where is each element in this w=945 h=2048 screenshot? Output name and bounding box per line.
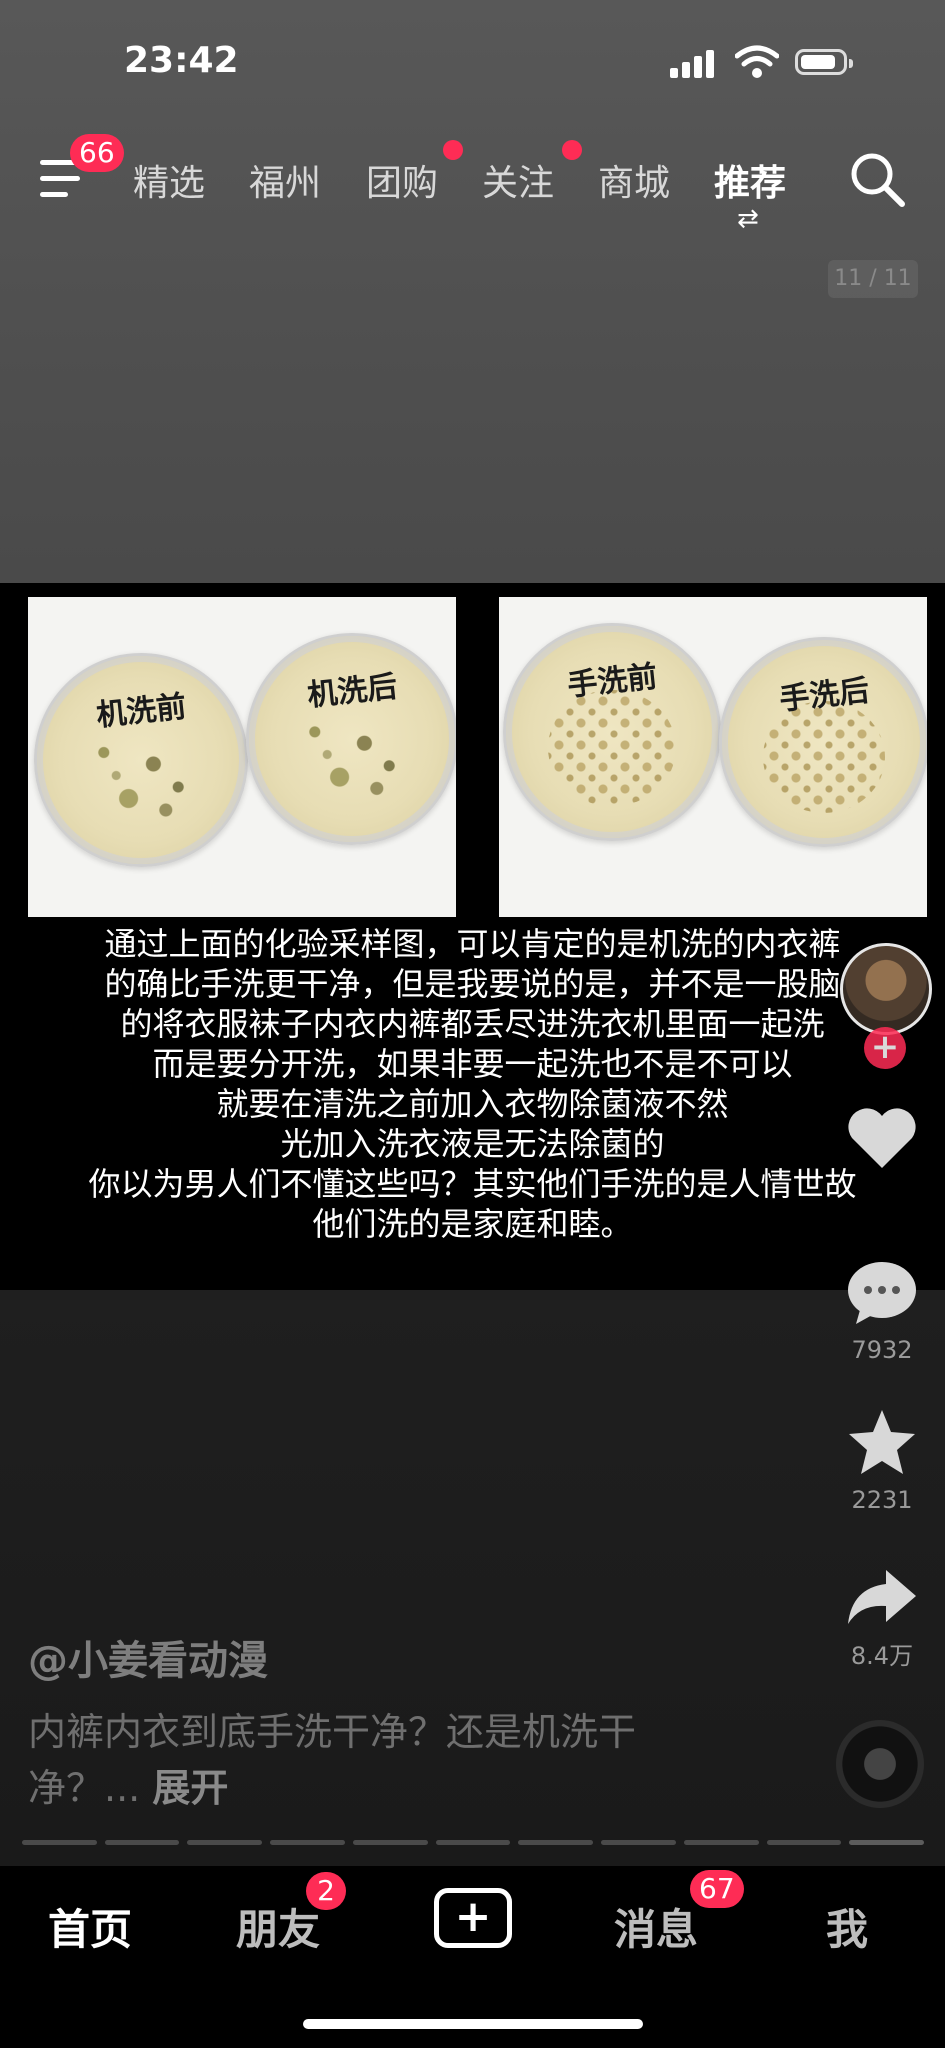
progress-segment (766, 1840, 842, 1845)
friends-badge: 2 (306, 1872, 346, 1910)
progress-segment (518, 1840, 594, 1845)
tab-tuijian[interactable]: 推荐 (714, 154, 786, 206)
expand-link[interactable]: 展开 (152, 1766, 228, 1810)
petri-dish: 手洗前 (503, 623, 721, 841)
follow-button[interactable]: + (864, 1027, 906, 1069)
colonies (290, 697, 414, 812)
music-disc-icon[interactable] (836, 1720, 924, 1808)
tab-home[interactable]: 首页 (48, 1896, 132, 1957)
caption-line: 他们洗的是家庭和睦。 (312, 1205, 633, 1243)
dish-label: 手洗后 (777, 673, 871, 718)
tab-jingxuan[interactable]: 精选 (133, 154, 205, 206)
caption-line: 而是要分开洗，如果非要一起洗也不是不可以 (152, 1045, 793, 1083)
author-avatar[interactable] (840, 943, 932, 1035)
video-description: 内裤内衣到底手洗干净？还是机洗干净？... 展开 (28, 1704, 748, 1816)
petri-dish: 机洗前 (34, 653, 248, 867)
menu-badge: 66 (70, 134, 124, 172)
favorite-button[interactable]: 2231 (840, 1408, 924, 1514)
progress-segment (435, 1840, 511, 1845)
caption-line: 光加入洗衣液是无法除菌的 (280, 1125, 665, 1163)
tab-shangcheng[interactable]: 商城 (598, 154, 670, 206)
like-button[interactable] (840, 1106, 924, 1174)
caption-line: 通过上面的化验采样图，可以肯定的是机洗的内衣裤 (104, 925, 841, 963)
wifi-icon (735, 45, 779, 78)
dish-label: 手洗前 (565, 659, 659, 704)
progress-segment (104, 1840, 180, 1845)
image-progress-bar (22, 1840, 925, 1845)
progress-segment (187, 1840, 263, 1845)
petri-dish: 手洗后 (719, 637, 927, 847)
tab-me[interactable]: 我 (826, 1896, 868, 1957)
comment-icon (848, 1262, 916, 1324)
favorite-count: 2231 (851, 1486, 913, 1514)
share-arrow-icon (848, 1570, 916, 1624)
progress-segment (270, 1840, 345, 1845)
dish-label: 机洗前 (94, 689, 188, 734)
page-indicator: 11 / 11 (828, 260, 918, 298)
search-icon[interactable] (848, 150, 906, 208)
description-text: 内裤内衣到底手洗干净？还是机洗干净？... (28, 1710, 637, 1810)
petri-dish: 机洗后 (246, 633, 456, 845)
heart-icon (848, 1108, 916, 1168)
share-count: 8.4万 (850, 1642, 914, 1670)
tab-guanzhu[interactable]: 关注 (482, 154, 554, 206)
machine-wash-photo: 机洗前 机洗后 (28, 597, 456, 917)
tab-guanzhu-dot (562, 140, 582, 160)
author-name[interactable]: @小姜看动漫 (28, 1628, 268, 1686)
switch-feed-icon[interactable]: ⇄ (737, 204, 759, 234)
tab-tuangou-dot (443, 140, 463, 160)
caption-line: 你以为男人们不懂这些吗？其实他们手洗的是人情世故 (88, 1165, 857, 1203)
colonies (78, 718, 204, 833)
star-icon (849, 1410, 915, 1474)
hand-wash-photo: 手洗前 手洗后 (499, 597, 927, 917)
tab-friends[interactable]: 朋友 (236, 1896, 320, 1957)
progress-segment-current (849, 1840, 925, 1845)
caption-line: 的确比手洗更干净，但是我要说的是，并不是一股脑 (104, 965, 841, 1003)
video-background-top (0, 0, 945, 583)
tab-tuangou[interactable]: 团购 (366, 154, 438, 206)
progress-segment (683, 1840, 759, 1845)
colonies (548, 689, 676, 807)
progress-segment (601, 1840, 676, 1845)
status-time: 23:42 (124, 40, 239, 81)
add-post-button[interactable]: + (434, 1888, 512, 1948)
tab-fuzhou[interactable]: 福州 (249, 154, 321, 206)
progress-segment (352, 1840, 428, 1845)
comment-button[interactable]: 7932 (840, 1260, 924, 1364)
progress-segment (22, 1840, 97, 1845)
cellular-signal-icon (670, 48, 720, 78)
caption-line: 就要在清洗之前加入衣物除菌液不然 (216, 1085, 729, 1123)
home-indicator (303, 2019, 643, 2029)
post-caption: 通过上面的化验采样图，可以肯定的是机洗的内衣裤 的确比手洗更干净，但是我要说的是… (20, 924, 925, 1244)
battery-icon (795, 49, 853, 75)
comment-count: 7932 (851, 1336, 913, 1364)
tab-messages[interactable]: 消息 (614, 1896, 698, 1957)
share-button[interactable]: 8.4万 (840, 1568, 924, 1671)
messages-badge: 67 (690, 1870, 744, 1908)
caption-line: 的将衣服袜子内衣内裤都丢尽进洗衣机里面一起洗 (120, 1005, 825, 1043)
top-nav: 66 精选 福州 团购 关注 商城 推荐 ⇄ (0, 134, 945, 234)
dish-label: 机洗后 (305, 669, 399, 714)
